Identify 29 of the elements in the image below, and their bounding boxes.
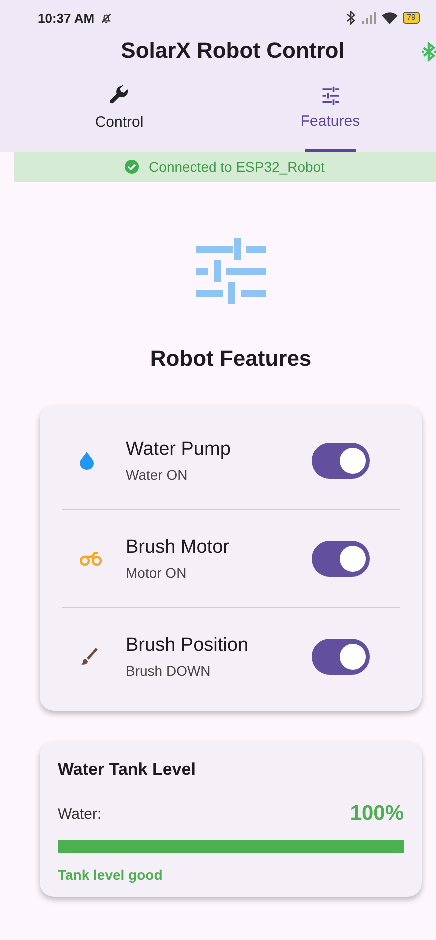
tank-status: Tank level good xyxy=(58,867,164,883)
feature-status: Brush DOWN xyxy=(126,662,212,678)
sliders-icon xyxy=(196,238,266,304)
wifi-icon xyxy=(382,12,398,24)
feature-name: Brush Position xyxy=(126,634,250,656)
tab[interactable]: Features xyxy=(225,66,436,152)
battery-indicator: 79 xyxy=(403,12,420,24)
app-title: SolarX Robot Control xyxy=(121,38,345,64)
signal-icon xyxy=(361,12,378,24)
feature-status: Water ON xyxy=(126,466,189,482)
feature-status: Motor ON xyxy=(126,564,188,580)
page-heading: Robot Features xyxy=(150,346,312,372)
toggle-switch[interactable] xyxy=(312,638,370,674)
toggle-switch[interactable] xyxy=(312,540,370,576)
status-time: 10:37 AM xyxy=(38,10,95,26)
motorcycle-icon xyxy=(80,552,102,566)
water-label: Water: xyxy=(58,806,102,822)
water-drop-icon xyxy=(80,452,94,470)
connection-status: Connected to ESP32_Robot xyxy=(149,159,325,175)
bluetooth-icon xyxy=(346,11,356,25)
tab[interactable]: Control xyxy=(14,66,225,152)
card-title: Water Tank Level xyxy=(58,760,197,780)
water-percentage: 100% xyxy=(350,802,404,826)
bell-off-icon xyxy=(100,12,113,24)
check-circle-icon xyxy=(125,160,140,174)
toggle-switch[interactable] xyxy=(312,442,370,478)
feature-name: Brush Motor xyxy=(126,536,230,558)
feature-name: Water Pump xyxy=(126,438,232,460)
paintbrush-icon xyxy=(80,648,98,666)
